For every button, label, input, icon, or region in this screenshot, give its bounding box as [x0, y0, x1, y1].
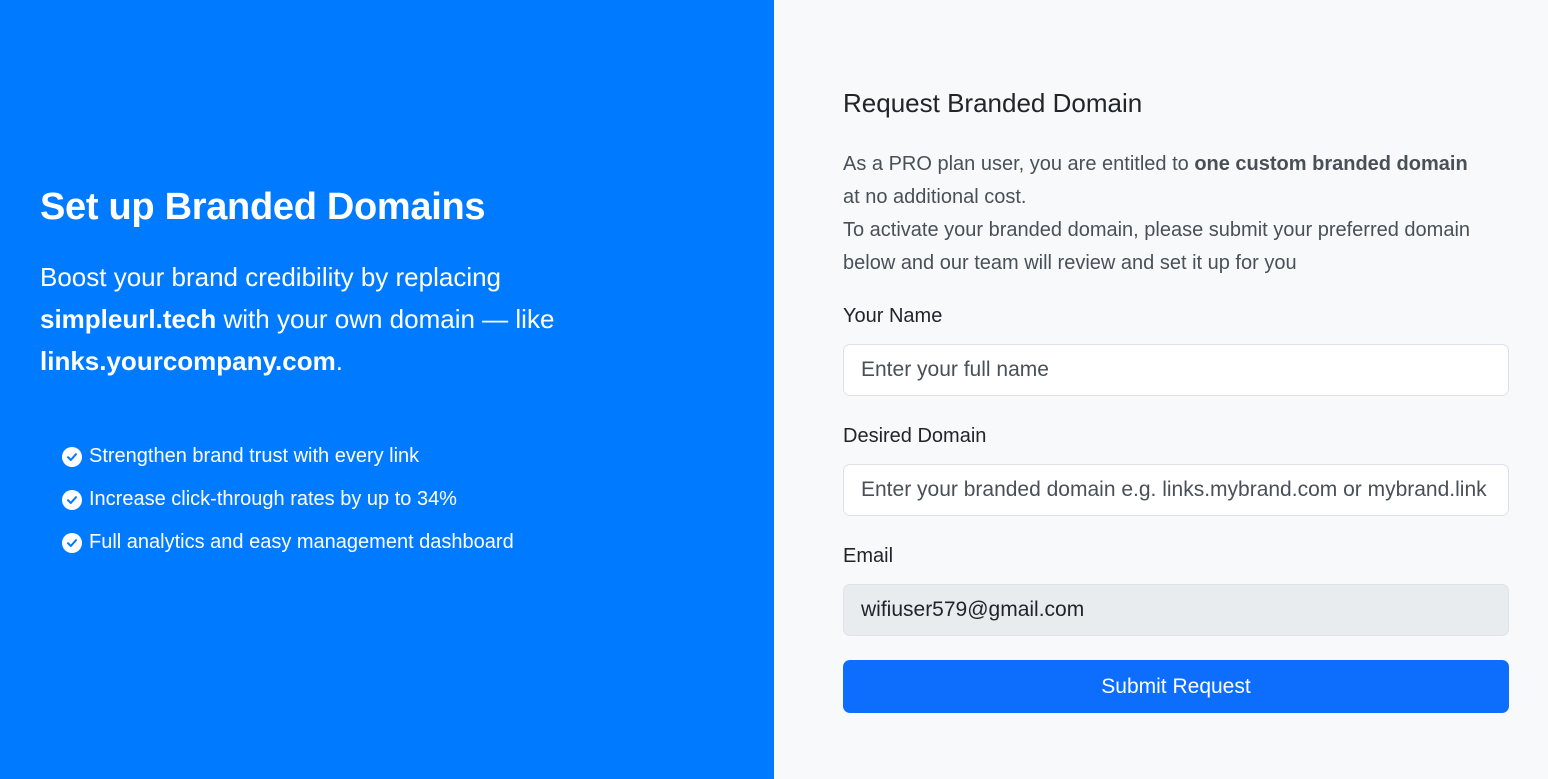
email-label: Email [843, 545, 894, 567]
entitlement-highlight: one custom branded domain [1194, 153, 1468, 175]
example-domain: links.yourcompany.com [40, 346, 336, 376]
feature-text: Full analytics and easy management dashb… [89, 531, 514, 553]
current-domain: simpleurl.tech [40, 304, 217, 334]
feature-item: Full analytics and easy management dashb… [62, 521, 514, 564]
submit-request-button[interactable]: Submit Request [843, 660, 1509, 713]
check-circle-icon [62, 532, 82, 553]
hero-lead: Boost your brand credibility by replacin… [40, 262, 555, 376]
feature-item: Increase click-through rates by up to 34… [62, 478, 514, 521]
check-circle-icon [62, 489, 82, 510]
form-intro: As a PRO plan user, you are entitled to … [843, 153, 1471, 274]
hero-title: Set up Branded Domains [40, 186, 486, 228]
feature-text: Strengthen brand trust with every link [89, 445, 420, 467]
feature-item: Strengthen brand trust with every link [62, 435, 514, 478]
hero-panel: Set up Branded Domains Boost your brand … [0, 0, 774, 779]
email-field[interactable] [843, 584, 1509, 636]
check-circle-icon [62, 446, 82, 467]
name-label: Your Name [843, 305, 943, 327]
feature-list: Strengthen brand trust with every link I… [62, 435, 514, 564]
feature-text: Increase click-through rates by up to 34… [89, 488, 457, 510]
domain-label: Desired Domain [843, 425, 987, 447]
form-title: Request Branded Domain [843, 88, 1143, 118]
domain-input[interactable] [843, 464, 1509, 516]
request-form-panel: Request Branded Domain As a PRO plan use… [774, 0, 1548, 779]
name-input[interactable] [843, 344, 1509, 396]
